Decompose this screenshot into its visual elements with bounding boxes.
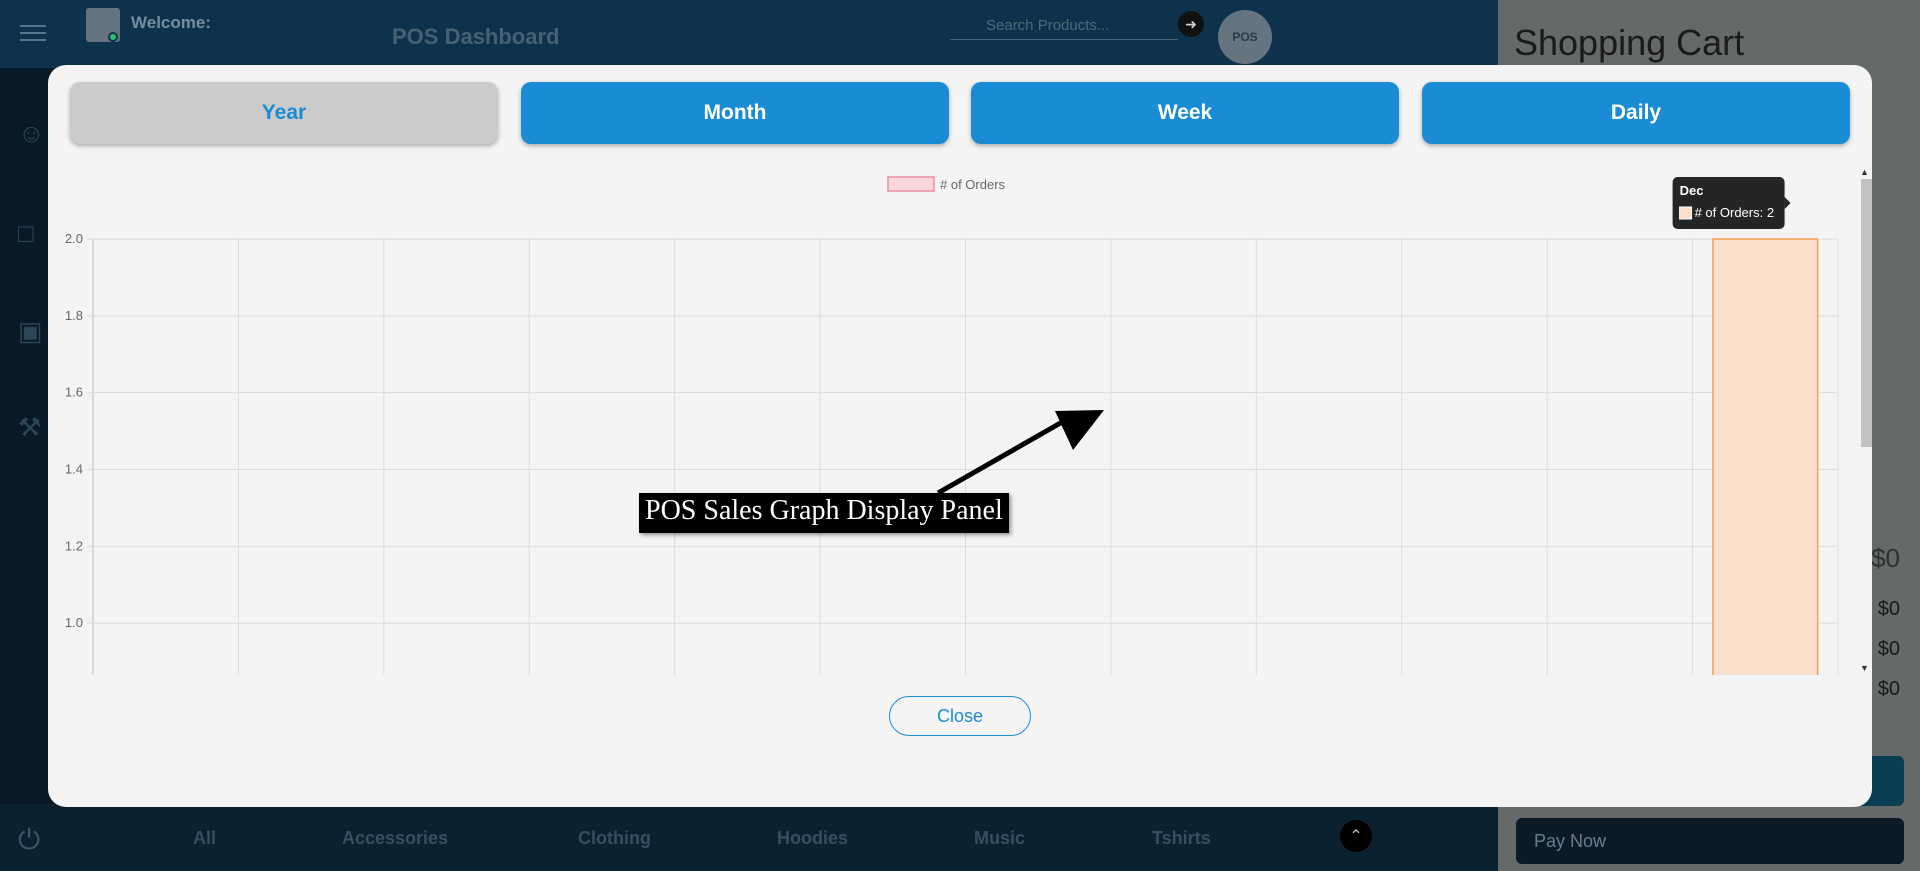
month-button[interactable]: Month xyxy=(521,82,949,144)
daily-button[interactable]: Daily xyxy=(1422,82,1850,144)
callout-label: POS Sales Graph Display Panel xyxy=(639,493,1009,533)
tooltip-caret xyxy=(1784,197,1791,209)
y-tick-label: 1.8 xyxy=(65,308,83,323)
y-tick-label: 1.6 xyxy=(65,385,83,400)
y-tick-label: 2.0 xyxy=(65,231,83,246)
chart-scrollbar[interactable]: ▲ ▼ xyxy=(1858,167,1872,673)
y-tick-label: 1.2 xyxy=(65,538,83,553)
close-button[interactable]: Close xyxy=(889,696,1031,736)
y-tick-label: 1.0 xyxy=(65,615,83,630)
tooltip-swatch xyxy=(1679,206,1693,220)
scroll-up-icon[interactable]: ▲ xyxy=(1860,167,1869,177)
tooltip-title: Dec xyxy=(1680,183,1704,198)
scroll-down-icon[interactable]: ▼ xyxy=(1860,663,1869,673)
y-tick-label: 1.4 xyxy=(65,462,83,477)
orders-chart: 2.0 1.8 1.6 1.4 1.2 1.0 # of Orders Dec # of Ord… xyxy=(65,176,1839,675)
year-button[interactable]: Year xyxy=(70,82,498,144)
week-button[interactable]: Week xyxy=(971,82,1399,144)
scroll-thumb[interactable] xyxy=(1861,179,1872,447)
bar xyxy=(1712,238,1819,675)
tooltip-text: # of Orders: 2 xyxy=(1695,205,1774,220)
sales-graph-modal: Year Month Week Daily 2.0 1.8 1.6 1.4 1.2 1.0… xyxy=(48,65,1872,807)
legend-swatch xyxy=(887,176,935,192)
legend-label: # of Orders xyxy=(940,177,1006,192)
